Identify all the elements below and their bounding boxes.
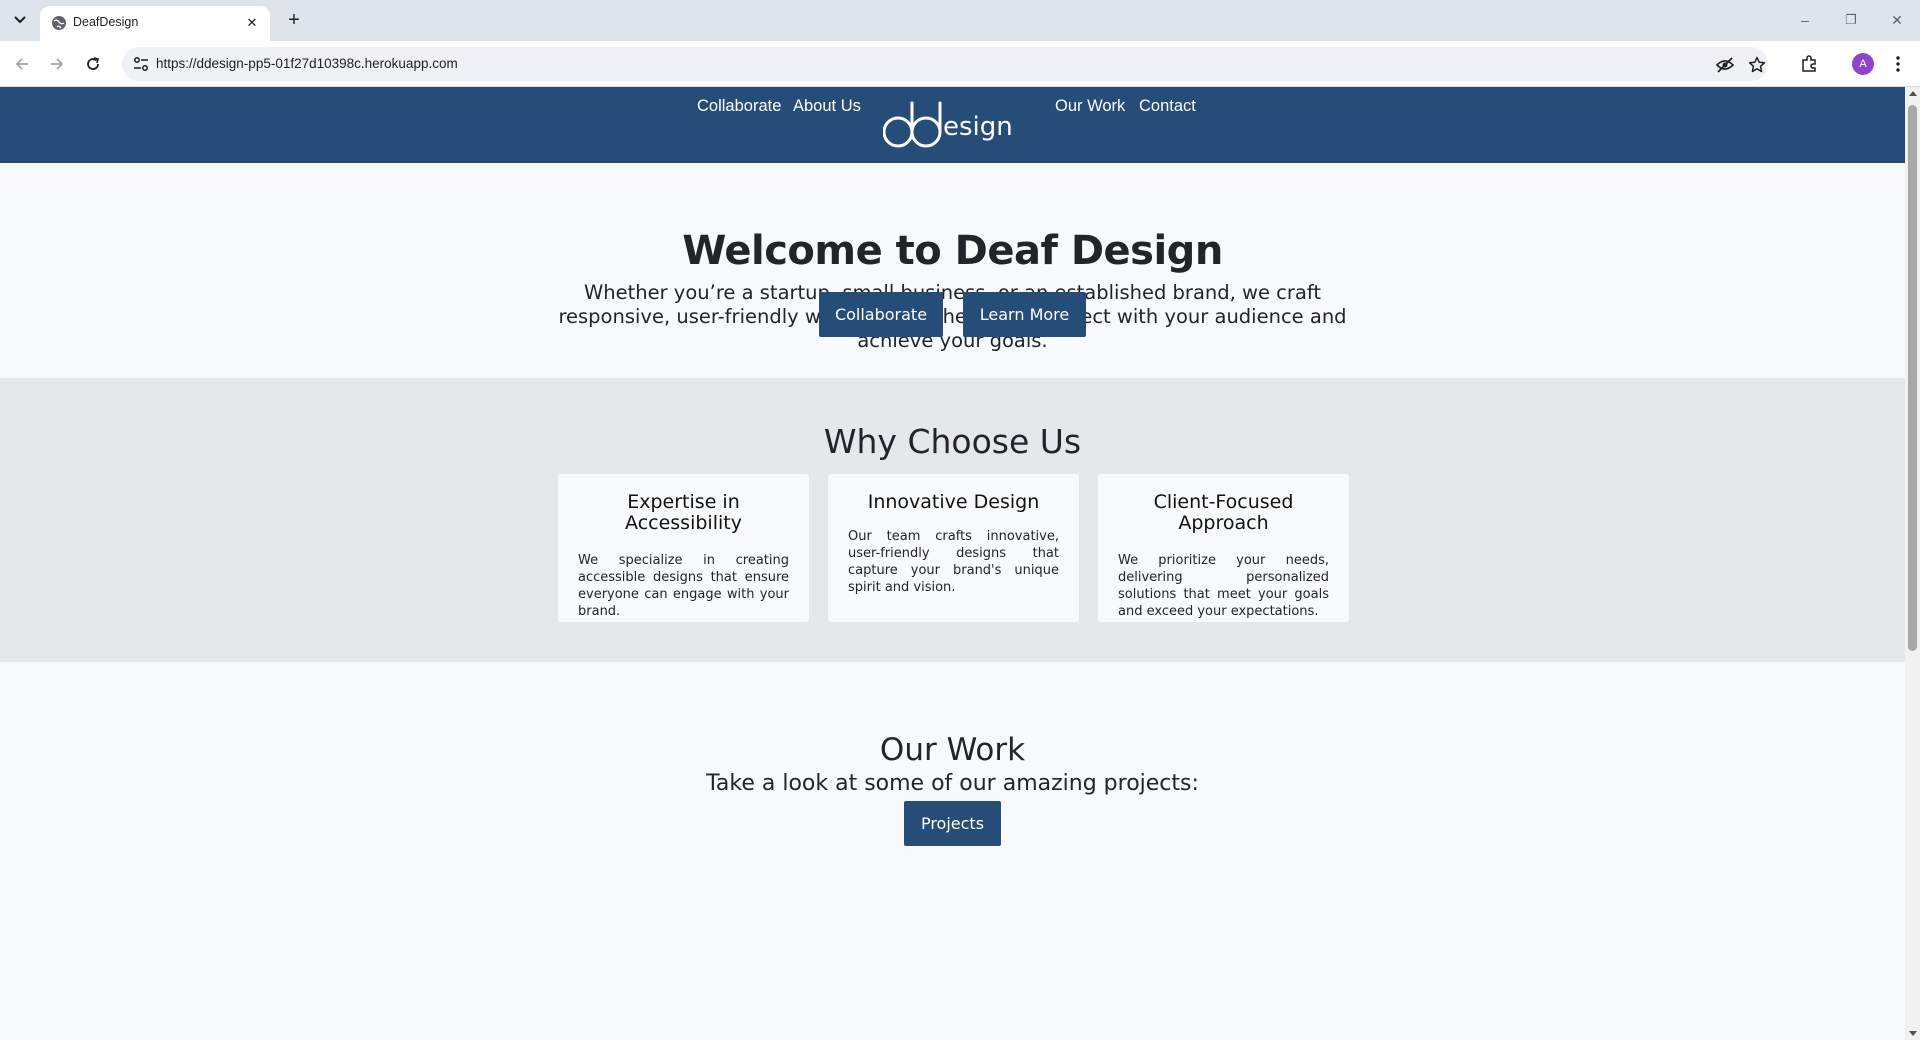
kebab-menu-icon[interactable] xyxy=(1886,52,1910,76)
card-text: We specialize in creating accessible des… xyxy=(578,553,789,619)
window-close-icon[interactable]: ✕ xyxy=(1874,8,1920,32)
projects-button[interactable]: Projects xyxy=(904,801,1001,846)
extensions-icon[interactable] xyxy=(1797,52,1821,76)
globe-icon xyxy=(52,16,66,30)
tab-list-icon[interactable] xyxy=(8,9,32,31)
collaborate-button[interactable]: Collaborate xyxy=(819,292,943,337)
avatar[interactable]: A xyxy=(1852,53,1874,75)
card-text: We prioritize your needs, delivering per… xyxy=(1118,553,1329,619)
hero-subtitle: Whether you’re a startup, small business… xyxy=(558,281,1347,352)
card-title: Expertise in Accessibility xyxy=(625,491,742,534)
card-title: Innovative Design xyxy=(867,491,1040,513)
tab-title: DeafDesign xyxy=(73,15,139,29)
star-icon[interactable] xyxy=(1746,54,1768,76)
nav-link-collaborate[interactable]: Collaborate xyxy=(697,97,781,116)
site-navbar: Collaborate About Us esign Our Work Cont… xyxy=(0,87,1905,163)
minimize-icon[interactable]: – xyxy=(1782,8,1828,32)
address-bar[interactable]: https://ddesign-pp5-01f27d10398c.herokua… xyxy=(122,47,1768,81)
card-text: Our team crafts innovative, user-friendl… xyxy=(848,529,1059,595)
page-scrollbar[interactable] xyxy=(1905,87,1920,1040)
why-title: Why Choose Us xyxy=(823,422,1082,461)
restore-icon[interactable]: ❐ xyxy=(1828,8,1874,32)
card-title: Client-Focused Approach xyxy=(1153,491,1294,534)
eye-off-icon[interactable] xyxy=(1714,54,1736,76)
url-text: https://ddesign-pp5-01f27d10398c.herokua… xyxy=(156,56,458,71)
nav-link-contact[interactable]: Contact xyxy=(1139,97,1196,116)
back-icon[interactable] xyxy=(9,51,35,77)
our-work-title: Our Work xyxy=(879,732,1026,768)
feature-card-innovative-design: Innovative Design Our team crafts innova… xyxy=(828,474,1079,622)
hero-title: Welcome to Deaf Design xyxy=(682,228,1223,274)
new-tab-icon[interactable]: + xyxy=(282,8,306,32)
why-choose-us-section: Why Choose Us Expertise in Accessibility… xyxy=(0,378,1905,662)
our-work-subtitle: Take a look at some of our amazing proje… xyxy=(706,771,1199,796)
reload-icon[interactable] xyxy=(80,51,106,77)
close-icon[interactable]: ✕ xyxy=(242,13,262,33)
nav-link-about-us[interactable]: About Us xyxy=(793,97,861,116)
forward-icon[interactable] xyxy=(44,51,70,77)
scroll-down-icon[interactable] xyxy=(1909,1031,1917,1036)
scroll-up-icon[interactable] xyxy=(1909,91,1917,96)
site-settings-icon[interactable] xyxy=(132,55,150,73)
site-logo[interactable]: esign xyxy=(883,97,1013,153)
feature-card-client-focused: Client-Focused Approach We prioritize yo… xyxy=(1098,474,1349,622)
feature-card-accessibility: Expertise in Accessibility We specialize… xyxy=(558,474,809,622)
tab-strip: DeafDesign ✕ + – ❐ ✕ xyxy=(0,0,1920,41)
logo-text: esign xyxy=(943,112,1013,142)
nav-link-our-work[interactable]: Our Work xyxy=(1055,97,1125,116)
browser-toolbar: https://ddesign-pp5-01f27d10398c.herokua… xyxy=(0,41,1920,87)
scrollbar-thumb[interactable] xyxy=(1908,105,1917,651)
page-viewport: Collaborate About Us esign Our Work Cont… xyxy=(0,87,1905,1040)
learn-more-button[interactable]: Learn More xyxy=(963,292,1086,337)
browser-tab[interactable]: DeafDesign ✕ xyxy=(40,6,270,41)
